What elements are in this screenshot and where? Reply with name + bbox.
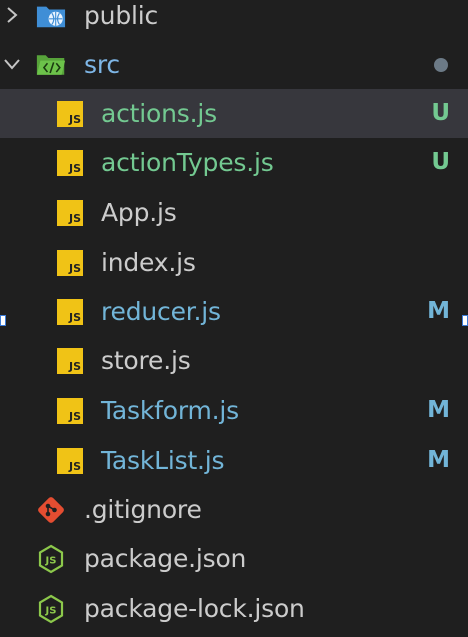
file-row-index-js[interactable]: JS index.js — [0, 238, 468, 287]
file-row-taskform-js[interactable]: JS Taskform.js M — [0, 386, 468, 435]
file-label: reducer.js — [101, 297, 221, 326]
git-status-badge: U — [431, 100, 450, 126]
js-file-icon: JS — [55, 148, 85, 178]
file-label: Taskform.js — [101, 396, 239, 425]
file-label: store.js — [101, 346, 191, 375]
js-file-icon: JS — [55, 346, 85, 376]
file-row-package-lock-json[interactable]: JS package-lock.json — [0, 584, 468, 633]
file-label: TaskList.js — [101, 446, 225, 475]
js-file-icon: JS — [55, 198, 85, 228]
folder-public-icon — [36, 1, 66, 31]
file-label: actionTypes.js — [101, 148, 274, 177]
file-label: actions.js — [101, 99, 217, 128]
js-file-icon: JS — [55, 396, 85, 426]
file-row-package-json[interactable]: JS package.json — [0, 534, 468, 583]
chevron-right-icon[interactable] — [2, 5, 22, 25]
svg-text:JS: JS — [45, 605, 57, 616]
resize-handle-left[interactable] — [0, 315, 6, 326]
js-file-icon: JS — [55, 99, 85, 129]
folder-label: public — [84, 1, 159, 30]
git-icon — [36, 495, 66, 525]
folder-label: src — [84, 50, 120, 79]
file-label: .gitignore — [84, 495, 202, 524]
file-label: index.js — [101, 248, 196, 277]
file-row-store-js[interactable]: JS store.js — [0, 336, 468, 385]
js-file-icon: JS — [55, 446, 85, 476]
folder-src[interactable]: src — [0, 40, 468, 89]
file-row-tasklist-js[interactable]: JS TaskList.js M — [0, 436, 468, 485]
file-label: package-lock.json — [84, 594, 305, 623]
file-label: App.js — [101, 198, 177, 227]
file-explorer: public src JS actions.js U JS actionType… — [0, 0, 468, 637]
changes-indicator-dot — [434, 57, 448, 72]
js-file-icon: JS — [55, 297, 85, 327]
git-status-badge: U — [431, 149, 450, 175]
resize-handle-right[interactable] — [462, 315, 468, 326]
file-row-actiontypes-js[interactable]: JS actionTypes.js U — [0, 138, 468, 187]
js-file-icon: JS — [55, 248, 85, 278]
nodejs-icon: JS — [36, 594, 66, 624]
file-label: package.json — [84, 544, 247, 573]
git-status-badge: M — [427, 397, 450, 423]
folder-public[interactable]: public — [0, 0, 468, 40]
file-row-gitignore[interactable]: .gitignore — [0, 485, 468, 534]
nodejs-icon: JS — [36, 544, 66, 574]
folder-src-icon — [36, 50, 66, 80]
git-status-badge: M — [427, 447, 450, 473]
svg-text:JS: JS — [45, 555, 57, 566]
git-status-badge: M — [427, 298, 450, 324]
chevron-down-icon[interactable] — [2, 54, 22, 74]
file-row-actions-js[interactable]: JS actions.js U — [0, 89, 468, 138]
file-row-reducer-js[interactable]: JS reducer.js M — [0, 287, 468, 336]
file-row-app-js[interactable]: JS App.js — [0, 188, 468, 237]
